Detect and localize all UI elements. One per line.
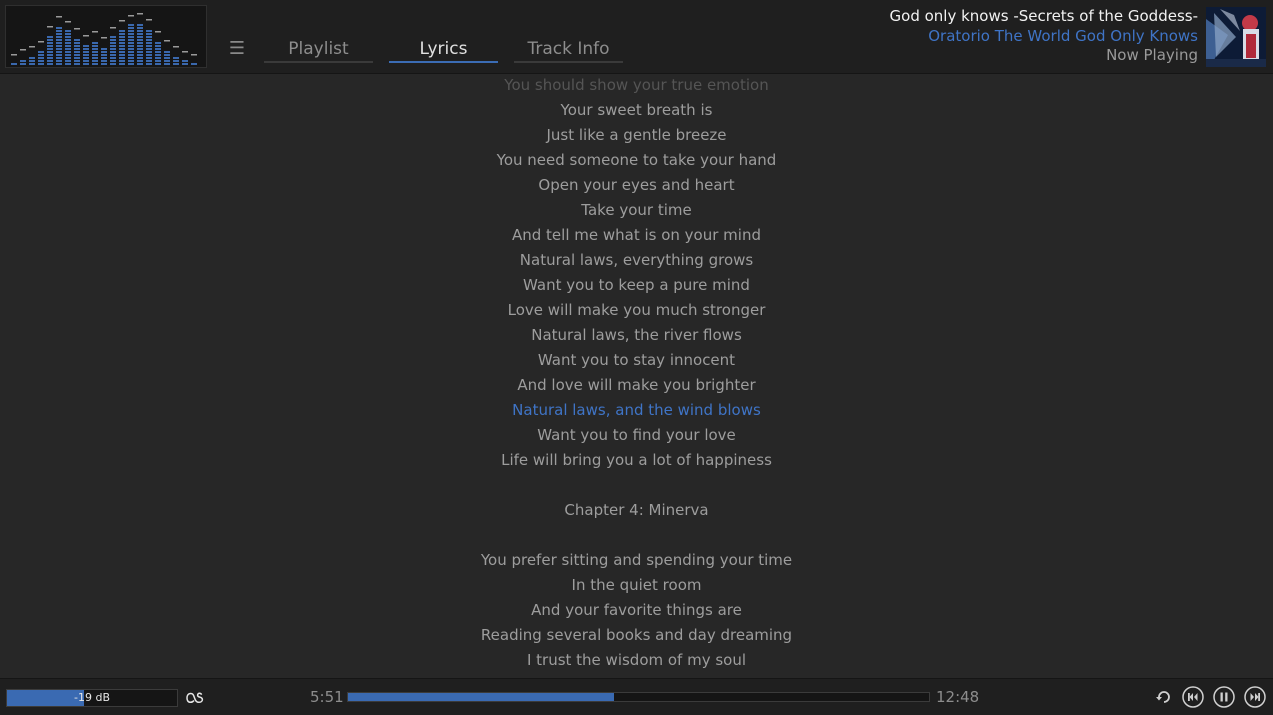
lyric-line: Natural laws, everything grows <box>519 251 754 269</box>
volume-label: -19 dB <box>74 691 110 704</box>
seek-progress-fill <box>348 693 614 701</box>
pause-icon[interactable] <box>1213 686 1235 708</box>
album-art[interactable] <box>1206 7 1266 67</box>
track-title: God only knows -Secrets of the Goddess- <box>889 7 1198 25</box>
lyric-line: Love will make you much stronger <box>507 301 766 319</box>
tab-lyrics[interactable]: Lyrics <box>389 37 498 63</box>
spectrum-visualizer[interactable] <box>5 5 207 68</box>
seek-bar[interactable] <box>347 692 930 702</box>
now-playing-info: God only knows -Secrets of the Goddess- … <box>890 6 1198 65</box>
menu-icon[interactable]: ☰ <box>228 40 246 58</box>
lyric-line: And love will make you brighter <box>517 376 756 394</box>
lyric-line: Reading several books and day dreaming <box>480 626 793 644</box>
spectrum-bar <box>65 21 71 65</box>
tab-track-info[interactable]: Track Info <box>514 37 623 63</box>
lyric-line: Your sweet breath is <box>560 101 713 119</box>
lyric-line: Want you to find your love <box>537 426 736 444</box>
spectrum-bar <box>47 26 53 65</box>
lyric-line: Natural laws, the river flows <box>531 326 742 344</box>
elapsed-time: 5:51 <box>310 688 344 706</box>
lyric-line: Just like a gentle breeze <box>546 126 727 144</box>
spectrum-bar <box>38 41 44 65</box>
volume-slider[interactable]: -19 dB <box>6 689 178 707</box>
spectrum-bar <box>110 27 116 65</box>
spectrum-bars <box>11 13 197 65</box>
spectrum-bar <box>56 16 62 65</box>
now-playing-status: Now Playing <box>1106 46 1198 64</box>
spectrum-bar <box>119 20 125 65</box>
spectrum-bar <box>182 51 188 65</box>
spectrum-bar <box>74 28 80 65</box>
lyric-line: Open your eyes and heart <box>538 176 735 194</box>
spectrum-bar <box>128 15 134 65</box>
album-title[interactable]: Oratorio The World God Only Knows <box>890 27 1198 46</box>
lyric-line: Life will bring you a lot of happiness <box>501 451 772 469</box>
lyric-line-current: Natural laws, and the wind blows <box>512 401 761 419</box>
spectrum-bar <box>83 35 89 65</box>
spectrum-bar <box>20 49 26 65</box>
spectrum-bar <box>191 54 197 65</box>
lyric-line: I trust the wisdom of my soul <box>526 651 747 669</box>
spectrum-bar <box>146 19 152 65</box>
repeat-icon[interactable] <box>1153 686 1175 708</box>
spectrum-bar <box>173 46 179 65</box>
lastfm-icon[interactable] <box>186 690 204 704</box>
album-art-image <box>1206 7 1266 67</box>
lyric-line: And tell me what is on your mind <box>511 226 761 244</box>
lyrics-panel[interactable]: You should show your true emotion Your sw… <box>0 74 1273 678</box>
spectrum-bar <box>164 40 170 65</box>
spectrum-bar <box>92 31 98 65</box>
next-icon[interactable] <box>1244 686 1266 708</box>
top-bar: ☰ Playlist Lyrics Track Info God only kn… <box>0 0 1273 74</box>
lyric-line: Want you to stay innocent <box>537 351 736 369</box>
bottom-bar: -19 dB 5:51 12:48 <box>0 678 1273 715</box>
tab-playlist[interactable]: Playlist <box>264 37 373 63</box>
lyric-line: Take your time <box>581 201 692 219</box>
spectrum-bar <box>29 46 35 65</box>
lyric-line: You need someone to take your hand <box>496 151 777 169</box>
total-time: 12:48 <box>936 688 980 706</box>
lyric-line: You prefer sitting and spending your tim… <box>480 551 793 569</box>
lyric-line: In the quiet room <box>571 576 702 594</box>
lyric-line: Want you to keep a pure mind <box>523 276 750 294</box>
lyric-line: Chapter 4: Minerva <box>564 501 709 519</box>
previous-icon[interactable] <box>1182 686 1204 708</box>
spectrum-bar <box>11 54 17 65</box>
spectrum-bar <box>137 13 143 65</box>
spectrum-bar <box>155 31 161 65</box>
spectrum-bar <box>101 37 107 65</box>
lyric-line: And your favorite things are <box>531 601 742 619</box>
lyric-line: You should show your true emotion <box>504 76 769 94</box>
